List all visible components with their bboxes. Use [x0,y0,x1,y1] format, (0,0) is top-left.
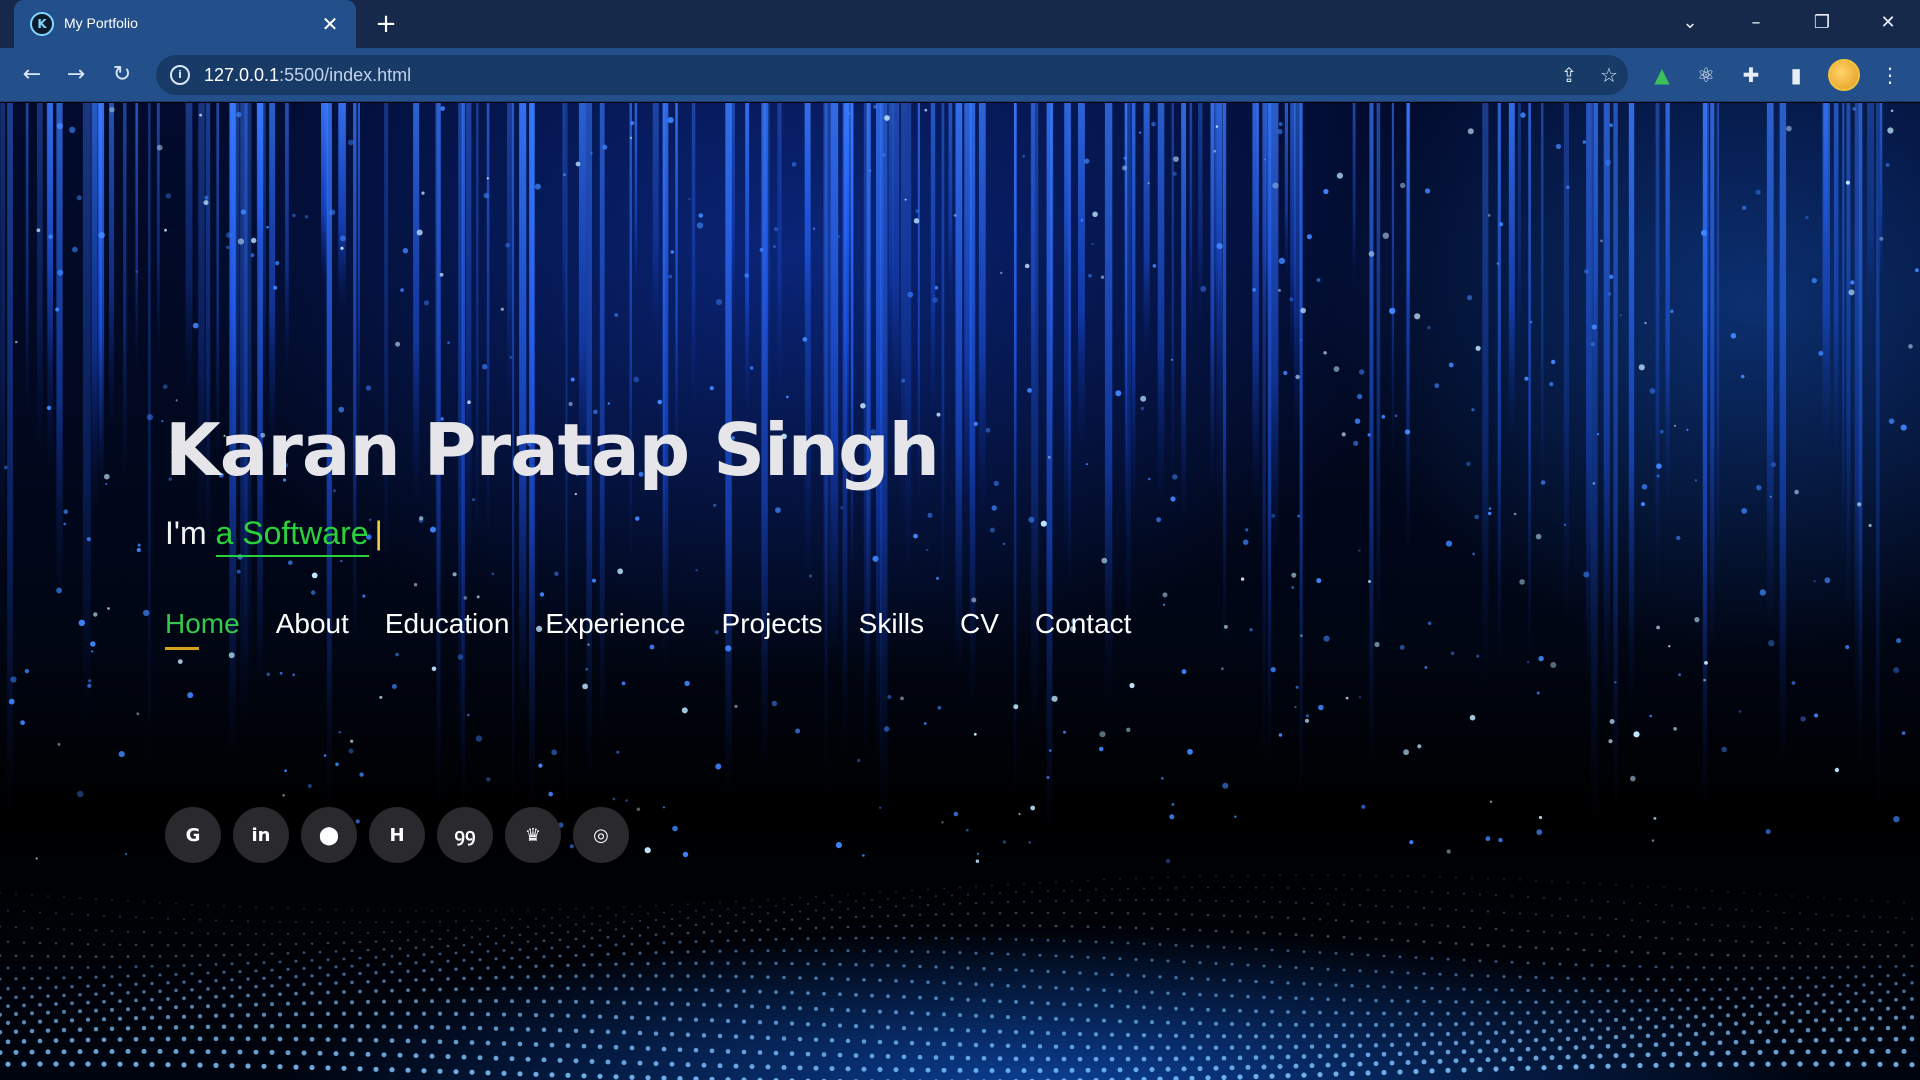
nav-education[interactable]: Education [385,608,510,650]
social-links: G in ⬤ H ꝯꝯ ♛ ◎ [165,807,629,863]
google-icon[interactable]: G [165,807,221,863]
nav-contact[interactable]: Contact [1035,608,1132,650]
extensions-puzzle-icon[interactable]: ✚ [1737,61,1765,89]
github-icon[interactable]: ⬤ [301,807,357,863]
minimize-button[interactable]: – [1736,8,1776,38]
portfolio-page: Karan Pratap Singh I'm a Software | Home … [0,103,1920,1080]
share-icon[interactable]: ⇪ [1556,62,1582,88]
browser-toolbar: ← → ↻ i 127.0.0.1:5500/index.html ⇪ ☆ ▲ … [0,48,1920,102]
react-devtools-extension-icon[interactable]: ⚛ [1692,61,1720,89]
instagram-icon[interactable]: ◎ [573,807,629,863]
typing-cursor: | [374,515,383,551]
linkedin-icon[interactable]: in [233,807,289,863]
browser-tab-strip: K My Portfolio ✕ + ⌄ – ❐ ✕ [0,0,1920,48]
url-host: 127.0.0.1 [204,65,280,85]
new-tab-button[interactable]: + [372,10,400,38]
tab-title: My Portfolio [64,15,138,31]
close-window-button[interactable]: ✕ [1868,8,1908,38]
reload-icon[interactable]: ↻ [106,60,138,92]
profile-avatar[interactable] [1828,59,1860,91]
restore-button[interactable]: ❐ [1802,8,1842,38]
trophy-icon[interactable]: ♛ [505,807,561,863]
back-arrow-icon[interactable]: ← [16,60,48,92]
address-bar[interactable]: i 127.0.0.1:5500/index.html ⇪ ☆ [156,55,1628,95]
tab-search-chevron-icon[interactable]: ⌄ [1670,8,1710,38]
portfolio-favicon-icon: K [30,12,54,36]
nav-home[interactable]: Home [165,608,240,650]
site-info-icon[interactable]: i [170,65,190,85]
close-tab-icon[interactable]: ✕ [318,12,342,36]
nav-cv[interactable]: CV [960,608,999,650]
url-path: :5500/index.html [279,65,412,85]
nav-about[interactable]: About [276,608,349,650]
nav-projects[interactable]: Projects [722,608,823,650]
browser-menu-icon[interactable]: ⋮ [1876,61,1904,89]
hackerrank-icon[interactable]: H [369,807,425,863]
matrix-rain-background [0,103,1919,1080]
url-text[interactable]: 127.0.0.1:5500/index.html [204,65,411,86]
tagline-prefix: I'm [165,515,207,551]
typed-role-text: a Software [215,515,369,557]
forward-arrow-icon[interactable]: → [60,60,92,92]
hero-name: Karan Pratap Singh [165,408,940,492]
hero-tagline: I'm a Software | [165,515,383,557]
bookmark-star-icon[interactable]: ☆ [1596,62,1622,88]
main-nav: Home About Education Experience Projects… [165,608,1131,650]
nav-experience[interactable]: Experience [545,608,685,650]
google-drive-extension-icon[interactable]: ▲ [1648,61,1676,89]
nav-skills[interactable]: Skills [859,608,924,650]
side-panel-icon[interactable]: ▮ [1782,61,1810,89]
geeksforgeeks-icon[interactable]: ꝯꝯ [437,807,493,863]
browser-tab-active[interactable]: K My Portfolio ✕ [14,0,356,48]
